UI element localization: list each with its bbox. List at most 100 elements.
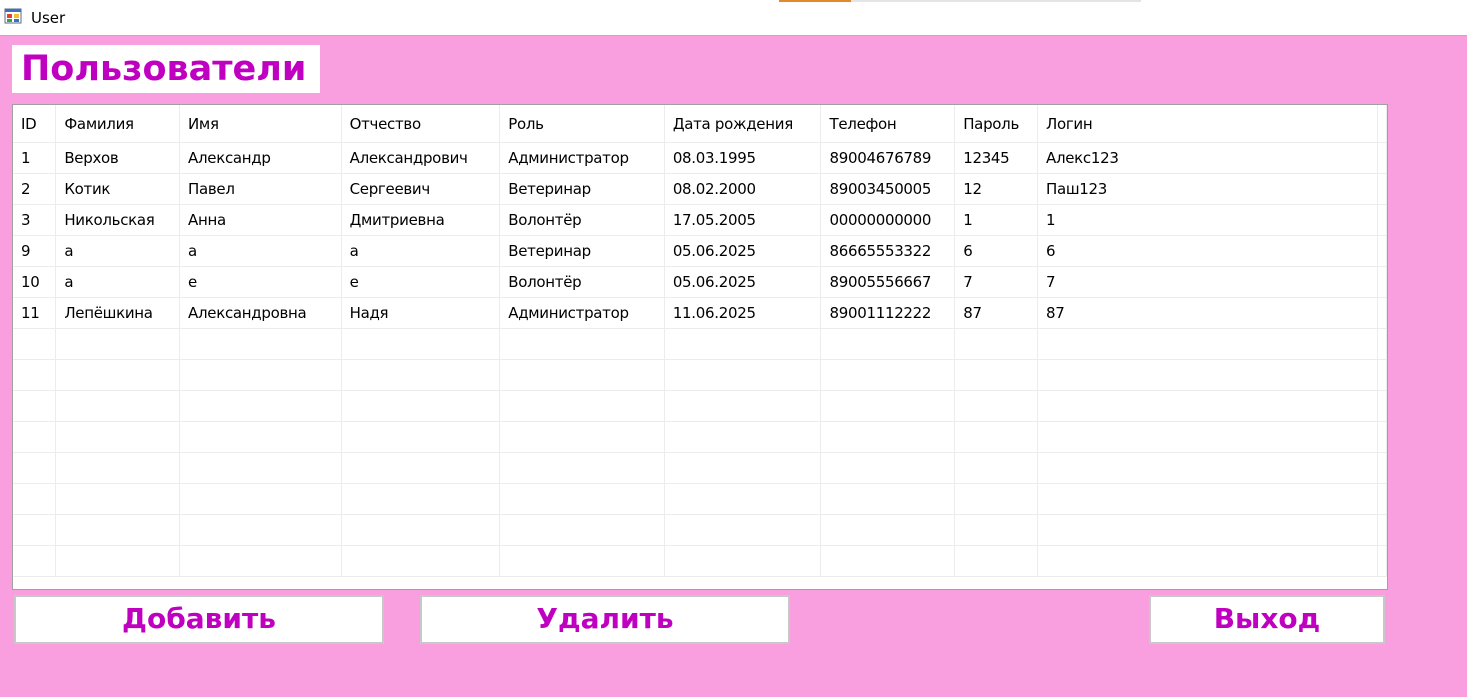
table-cell [179, 514, 342, 546]
table-cell[interactable]: а [179, 235, 342, 267]
users-data-grid[interactable]: ID Фамилия Имя Отчество Роль Дата рождения Тел… [12, 104, 1388, 590]
window-title: User [31, 9, 66, 27]
table-cell [13, 514, 57, 546]
table-cell [499, 328, 665, 360]
table-cell [820, 328, 956, 360]
add-button[interactable]: Добавить [14, 595, 384, 644]
column-header[interactable]: Роль [499, 105, 665, 143]
table-cell[interactable]: 1 [954, 204, 1038, 236]
table-cell[interactable]: 10 [13, 266, 57, 298]
table-cell[interactable]: 89003450005 [820, 173, 956, 205]
table-cell[interactable]: 05.06.2025 [664, 266, 822, 298]
table-cell[interactable]: Администратор [499, 297, 665, 329]
background-gray-strip [851, 0, 1141, 2]
table-cell[interactable]: Александрович [341, 142, 501, 174]
table-cell [13, 452, 57, 484]
table-cell[interactable]: 1 [1037, 204, 1378, 236]
exit-button[interactable]: Выход [1149, 595, 1385, 644]
table-cell[interactable]: 1 [13, 142, 57, 174]
table-cell [1037, 390, 1378, 422]
table-cell[interactable]: Надя [341, 297, 501, 329]
table-cell[interactable]: 7 [1037, 266, 1378, 298]
table-cell[interactable]: Сергеевич [341, 173, 501, 205]
table-cell[interactable]: 2 [13, 173, 57, 205]
table-cell[interactable]: Лепёшкина [55, 297, 181, 329]
column-header[interactable]: ID [13, 105, 57, 143]
table-cell-filler [1377, 328, 1387, 360]
table-cell [341, 421, 501, 453]
column-header[interactable]: Телефон [820, 105, 956, 143]
table-cell[interactable]: Анна [179, 204, 342, 236]
table-cell[interactable]: Дмитриевна [341, 204, 501, 236]
table-cell[interactable]: а [55, 235, 181, 267]
table-cell[interactable]: Павел [179, 173, 342, 205]
table-row[interactable]: 11 Лепёшкина Александровна Надя Администрато… [13, 297, 1387, 329]
table-cell[interactable]: 89001112222 [820, 297, 956, 329]
table-cell[interactable]: е [179, 266, 342, 298]
column-header[interactable]: Отчество [341, 105, 501, 143]
table-cell[interactable]: Волонтёр [499, 266, 665, 298]
table-cell[interactable]: 9 [13, 235, 57, 267]
table-cell [1037, 359, 1378, 391]
table-cell[interactable]: 11 [13, 297, 57, 329]
column-header[interactable]: Фамилия [55, 105, 181, 143]
table-row[interactable]: 10 а е е Волонтёр 05.06.2025 89005556667 7 7 [13, 266, 1387, 298]
table-cell[interactable]: Верхов [55, 142, 181, 174]
table-cell[interactable]: а [55, 266, 181, 298]
table-cell-filler [1377, 359, 1387, 391]
table-cell[interactable]: Администратор [499, 142, 665, 174]
column-header[interactable]: Пароль [954, 105, 1038, 143]
table-row[interactable]: 9 а а а Ветеринар 05.06.2025 86665553322 6 6 [13, 235, 1387, 267]
table-cell[interactable]: 87 [1037, 297, 1378, 329]
table-cell[interactable]: 12 [954, 173, 1038, 205]
table-cell [954, 514, 1038, 546]
table-row[interactable]: 1 Верхов Александр Александрович Администрат… [13, 142, 1387, 174]
table-cell[interactable]: 00000000000 [820, 204, 956, 236]
table-cell [179, 328, 342, 360]
table-cell [341, 483, 501, 515]
table-cell[interactable]: 05.06.2025 [664, 235, 822, 267]
table-cell[interactable]: 6 [1037, 235, 1378, 267]
empty-table-row [13, 545, 1387, 577]
table-cell[interactable]: 89004676789 [820, 142, 956, 174]
table-cell[interactable]: 86665553322 [820, 235, 956, 267]
table-row[interactable]: 3 Никольская Анна Дмитриевна Волонтёр 17.05.2… [13, 204, 1387, 236]
table-cell[interactable]: 87 [954, 297, 1038, 329]
table-cell [954, 483, 1038, 515]
table-cell[interactable]: Алекс123 [1037, 142, 1378, 174]
table-cell [55, 545, 181, 577]
table-cell[interactable]: 7 [954, 266, 1038, 298]
column-header[interactable]: Имя [179, 105, 342, 143]
table-cell [13, 359, 57, 391]
table-cell[interactable]: Ветеринар [499, 235, 665, 267]
table-cell[interactable]: 89005556667 [820, 266, 956, 298]
table-cell[interactable]: 12345 [954, 142, 1038, 174]
table-cell [179, 483, 342, 515]
table-cell[interactable]: Ветеринар [499, 173, 665, 205]
table-row[interactable]: 2 Котик Павел Сергеевич Ветеринар 08.02.2000 8… [13, 173, 1387, 205]
table-cell[interactable]: 08.03.1995 [664, 142, 822, 174]
table-cell [13, 328, 57, 360]
column-header[interactable]: Логин [1037, 105, 1378, 143]
table-cell[interactable]: Котик [55, 173, 181, 205]
table-cell[interactable]: Паш123 [1037, 173, 1378, 205]
table-cell [179, 421, 342, 453]
table-cell[interactable]: а [341, 235, 501, 267]
table-cell[interactable]: 3 [13, 204, 57, 236]
table-cell [1037, 483, 1378, 515]
table-cell [954, 328, 1038, 360]
table-cell [341, 390, 501, 422]
table-cell[interactable]: Никольская [55, 204, 181, 236]
table-cell[interactable]: е [341, 266, 501, 298]
table-cell[interactable]: 17.05.2005 [664, 204, 822, 236]
table-cell[interactable]: Волонтёр [499, 204, 665, 236]
table-cell[interactable]: 6 [954, 235, 1038, 267]
table-cell[interactable]: 11.06.2025 [664, 297, 822, 329]
title-bar: User [0, 0, 1467, 35]
delete-button[interactable]: Удалить [420, 595, 790, 644]
column-header[interactable]: Дата рождения [664, 105, 822, 143]
table-cell[interactable]: Александр [179, 142, 342, 174]
users-table: ID Фамилия Имя Отчество Роль Дата рождения Тел… [13, 105, 1387, 577]
table-cell[interactable]: Александровна [179, 297, 342, 329]
table-cell[interactable]: 08.02.2000 [664, 173, 822, 205]
